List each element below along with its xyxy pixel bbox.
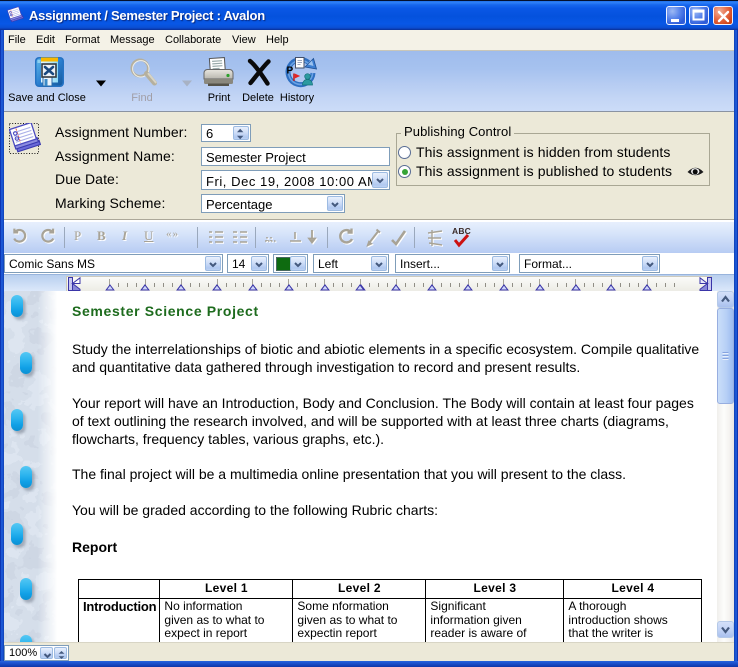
svg-text:P: P <box>287 66 294 77</box>
